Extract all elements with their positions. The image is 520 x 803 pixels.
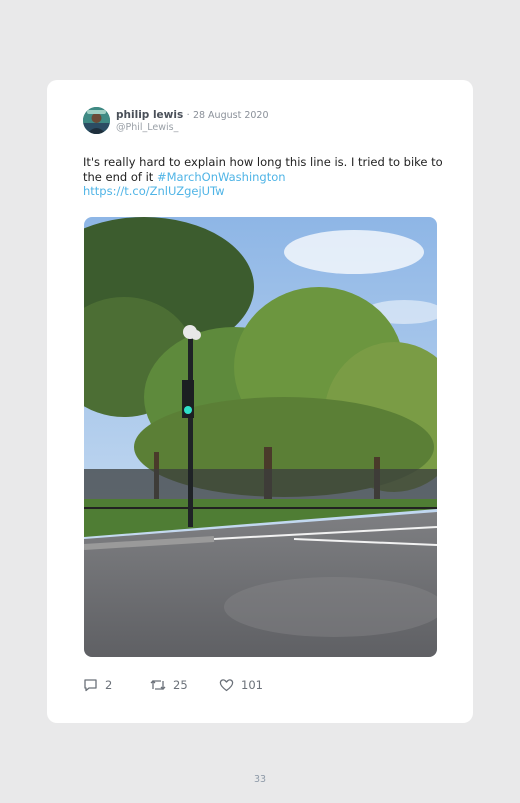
like-button[interactable]: 101 (219, 678, 263, 692)
tweet-card: philip lewis · 28 August 2020 @Phil_Lewi… (47, 80, 473, 723)
author-name[interactable]: philip lewis (116, 109, 183, 121)
retweet-icon (150, 680, 166, 690)
author-handle[interactable]: @Phil_Lewis_ (116, 122, 178, 133)
heart-icon (219, 679, 234, 692)
retweet-count: 25 (173, 678, 188, 692)
avatar[interactable] (83, 107, 110, 134)
tweet-url-link[interactable]: https://t.co/ZnlUZgejUTw (83, 184, 225, 198)
retweet-button[interactable]: 25 (150, 678, 188, 692)
author-line: philip lewis · 28 August 2020 (116, 109, 269, 122)
hashtag-link[interactable]: #MarchOnWashington (157, 170, 286, 184)
reply-icon (84, 679, 97, 692)
separator: · (186, 110, 190, 121)
page-number: 33 (253, 774, 267, 785)
reply-button[interactable]: 2 (83, 678, 112, 692)
tweet-date[interactable]: 28 August 2020 (193, 110, 269, 121)
tweet-text: It's really hard to explain how long thi… (83, 155, 443, 199)
reply-count: 2 (105, 678, 113, 692)
tweet-photo[interactable] (84, 217, 437, 657)
like-count: 101 (241, 678, 263, 692)
